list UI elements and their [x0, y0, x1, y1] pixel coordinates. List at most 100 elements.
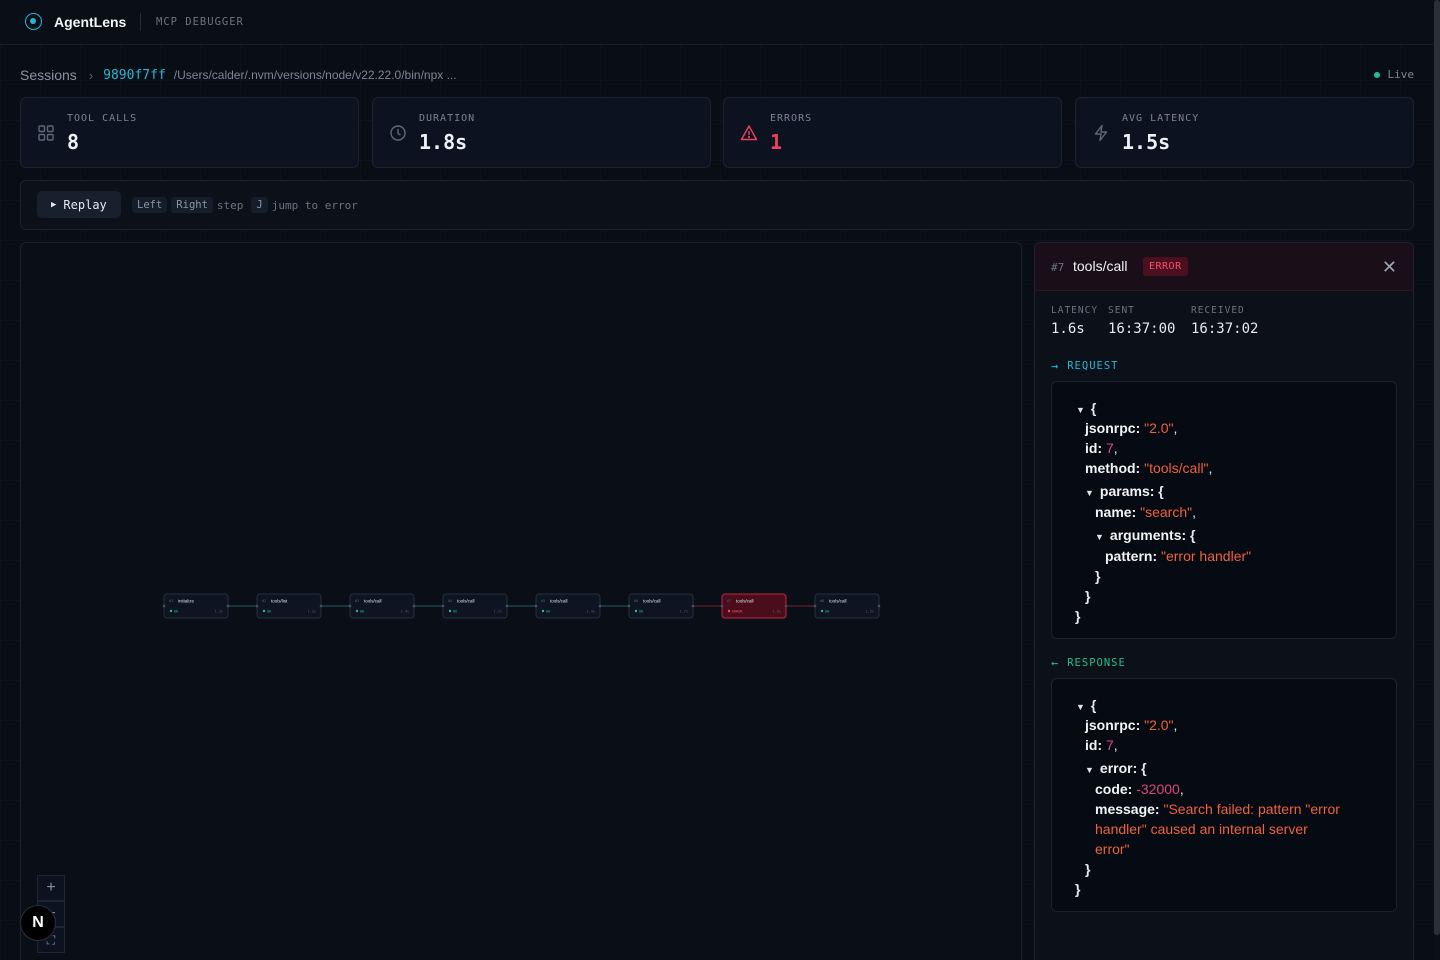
flow-node-handle[interactable]: [813, 604, 817, 608]
response-json-viewer[interactable]: ▼{ jsonrpc: "2.0", id: 7, ▼ error: { code…: [1051, 678, 1397, 912]
flow-node[interactable]: #8 tools/callOK 1.5s: [813, 593, 881, 619]
flow-node-handle[interactable]: [505, 604, 509, 608]
breadcrumb-sessions-link[interactable]: Sessions: [20, 67, 77, 83]
flow-node-handle[interactable]: [534, 604, 538, 608]
flow-node-box[interactable]: [442, 593, 508, 619]
meta-label-latency: LATENCY: [1051, 305, 1099, 316]
flow-node-method: tools/call: [643, 599, 661, 604]
live-indicator: Live: [1373, 68, 1415, 81]
json-line: ▼ arguments: {: [1095, 527, 1196, 543]
flow-node[interactable]: #6 tools/callOK 1.7s: [627, 593, 695, 619]
flow-node-latency: 1.4s: [587, 610, 595, 614]
caret-down-icon[interactable]: ▼: [1076, 405, 1085, 415]
caret-down-icon[interactable]: ▼: [1076, 702, 1085, 712]
json-line: }: [1075, 881, 1081, 897]
flow-node-latency: 1.7s: [680, 610, 688, 614]
flow-node[interactable]: #7 tools/call ERROR 1.6s: [720, 593, 788, 619]
flow-graph: #1 initializeOK 1.3s#2 tools/listOK 1.3s#3 to…: [162, 593, 881, 619]
flow-node-handle[interactable]: [627, 604, 631, 608]
app-subtitle: MCP DEBUGGER: [156, 16, 244, 28]
flow-node-box[interactable]: [628, 593, 694, 619]
flow-node-method: tools/call: [550, 599, 568, 604]
flow-node-box[interactable]: [349, 593, 415, 619]
json-line: ▼{: [1076, 697, 1097, 713]
call-method: tools/call: [1073, 258, 1128, 274]
request-section-title: → REQUEST: [1051, 359, 1119, 373]
flow-node-handle[interactable]: [226, 604, 230, 608]
json-line: id: 7,: [1085, 440, 1118, 456]
scrollbar[interactable]: [1434, 0, 1440, 960]
stat-card-tool-calls: TOOL CALLS 8: [20, 97, 359, 168]
stat-value: 1.8s: [419, 130, 468, 154]
json-line: id: 7,: [1085, 737, 1118, 753]
flow-node-status-dot: [634, 609, 638, 613]
clock-icon: [390, 125, 406, 141]
flow-node-handle[interactable]: [720, 604, 724, 608]
flow-node[interactable]: #5 tools/callOK 1.4s: [534, 593, 602, 619]
app-name: AgentLens: [54, 14, 127, 30]
scrollbar-thumb[interactable]: [1434, 0, 1440, 935]
detail-header: #7 tools/call ERROR ✕: [1035, 243, 1413, 291]
flow-node-handle[interactable]: [691, 604, 695, 608]
flow-node-method: tools/call: [736, 599, 754, 604]
flow-node-handle[interactable]: [412, 604, 416, 608]
flow-node-status-dot: [262, 609, 266, 613]
meta-label-received: RECEIVED: [1191, 305, 1245, 316]
flow-node-handle[interactable]: [598, 604, 602, 608]
call-number: #7: [1051, 261, 1065, 274]
flow-node-number: #3: [355, 599, 359, 603]
json-line: ▼ error: {: [1085, 760, 1147, 776]
flow-node-handle[interactable]: [877, 604, 881, 608]
flow-node[interactable]: #4 tools/callOK 1.7s: [441, 593, 509, 619]
json-line: name: "search",: [1095, 504, 1196, 520]
arrow-right-icon: →: [1051, 359, 1060, 373]
caret-down-icon[interactable]: ▼: [1085, 765, 1094, 775]
replay-button[interactable]: ▶ Replay: [37, 191, 121, 218]
breadcrumb: Sessions › 9890f7ff /Users/calder/.nvm/v…: [20, 66, 457, 84]
flow-node[interactable]: #2 tools/listOK 1.3s: [255, 593, 323, 619]
flow-node[interactable]: #1 initializeOK 1.3s: [162, 593, 230, 619]
stat-value: 1: [770, 130, 783, 154]
caret-down-icon[interactable]: ▼: [1085, 488, 1094, 498]
flow-canvas[interactable]: #1 initialize OK 1.3s #2 tools/list OK 1.3s #3 to…: [20, 242, 1022, 960]
session-command-path: /Users/calder/.nvm/versions/node/v22.22.…: [173, 68, 457, 82]
json-line: }: [1085, 588, 1091, 604]
zoom-in-button[interactable]: +: [37, 875, 65, 901]
flow-node-handle[interactable]: [441, 604, 445, 608]
flow-node-status-dot: [541, 609, 545, 613]
live-dot-icon: [1373, 71, 1380, 78]
request-json-viewer[interactable]: ▼{ jsonrpc: "2.0", id: 7, method: "tools…: [1051, 381, 1397, 639]
dev-tools-badge[interactable]: N: [20, 905, 56, 941]
meta-value-received: 16:37:02: [1191, 321, 1259, 337]
flow-node-handle[interactable]: [784, 604, 788, 608]
flow-node-box[interactable]: [535, 593, 601, 619]
flow-node-method: tools/list: [271, 599, 288, 604]
session-id: 9890f7ff: [103, 67, 166, 83]
caret-down-icon[interactable]: ▼: [1095, 532, 1104, 542]
json-line: pattern: "error handler": [1105, 548, 1252, 564]
keyboard-hints: Left Right step J jump to error: [132, 197, 366, 213]
flow-node-box[interactable]: [256, 593, 322, 619]
flow-node[interactable]: #3 tools/callOK 1.4s: [348, 593, 416, 619]
flow-node-handle[interactable]: [319, 604, 323, 608]
flow-node-latency: 1.3s: [308, 610, 316, 614]
error-badge: ERROR: [1143, 257, 1188, 276]
flow-node-box[interactable]: [721, 593, 787, 619]
flow-node-box[interactable]: [163, 593, 229, 619]
flow-node-latency: 1.4s: [401, 610, 409, 614]
flow-node-handle[interactable]: [255, 604, 259, 608]
flow-node-handle[interactable]: [348, 604, 352, 608]
live-label: Live: [1387, 68, 1415, 81]
flow-node-status-dot: [355, 609, 359, 613]
close-icon[interactable]: ✕: [1382, 257, 1397, 278]
detail-panel: #7 tools/call ERROR ✕ LATENCY 1.6s SENT …: [1034, 242, 1414, 960]
kbd-left: Left: [132, 197, 168, 213]
json-line: method: "tools/call",: [1085, 460, 1213, 476]
flow-node-latency: 1.7s: [494, 610, 502, 614]
stat-label: ERRORS: [770, 113, 813, 124]
flow-node-status-dot: [727, 609, 731, 613]
flow-node-number: #2: [262, 599, 266, 603]
flow-node-handle[interactable]: [162, 604, 166, 608]
flow-node-box[interactable]: [814, 593, 880, 619]
flow-node-method: tools/call: [364, 599, 382, 604]
